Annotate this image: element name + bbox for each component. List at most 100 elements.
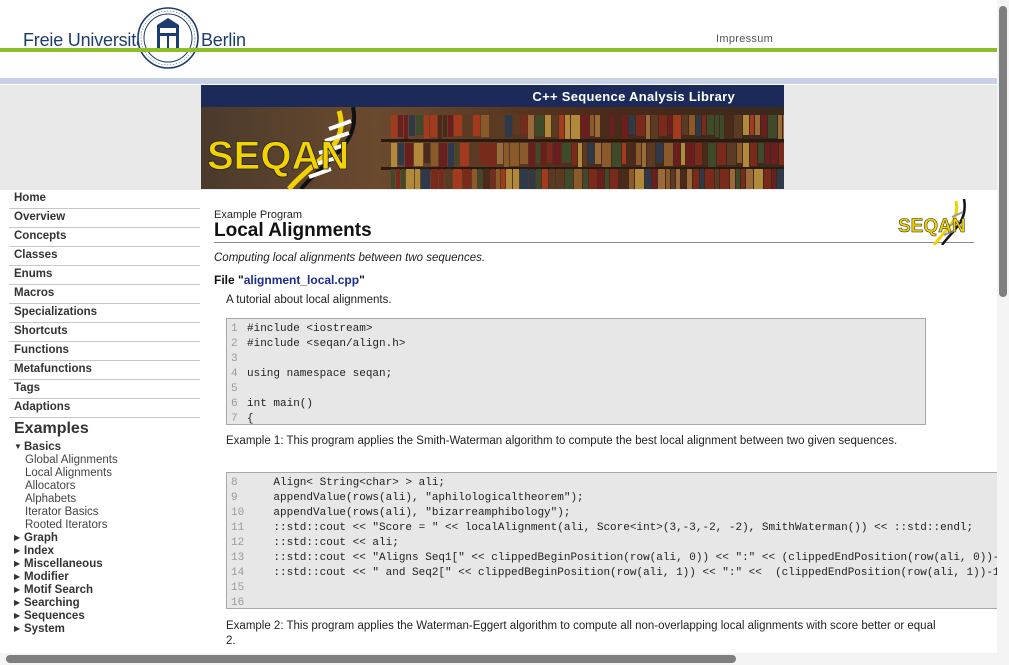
- code-text: ::std::cout << ali;: [247, 537, 399, 549]
- tree-index[interactable]: ▶ Index: [14, 545, 54, 557]
- example-1-description: Example 1: This program applies the Smit…: [226, 435, 898, 447]
- tree-rooted-iterators[interactable]: Rooted Iterators: [25, 519, 107, 531]
- tree-miscellaneous-label: Miscellaneous: [24, 558, 103, 570]
- line-number: 11: [231, 522, 245, 534]
- tree-local-alignments[interactable]: Local Alignments: [25, 467, 112, 479]
- line-number: 14: [231, 567, 245, 579]
- code-block-1: 1 #include <iostream> 2 #include <seqan/ali…: [226, 318, 926, 425]
- seqan-mini-logo-icon: SEQAN: [898, 199, 966, 245]
- triangle-right-icon: ▶: [14, 624, 21, 633]
- page-subtitle: Computing local alignments between two s…: [214, 252, 486, 264]
- tree-sequences[interactable]: ▶ Sequences: [14, 610, 85, 622]
- line-number: 13: [231, 552, 245, 564]
- tree-searching[interactable]: ▶ Searching: [14, 597, 80, 609]
- tree-basics-label: Basics: [24, 441, 62, 453]
- line-number: 9: [231, 492, 238, 504]
- triangle-right-icon: ▶: [14, 546, 21, 555]
- tree-modifier-label: Modifier: [24, 571, 69, 583]
- tree-system-label: System: [24, 623, 65, 635]
- nav-home[interactable]: Home: [9, 190, 200, 209]
- file-link[interactable]: alignment_local.cpp: [244, 273, 359, 287]
- code-text: appendValue(rows(ali), "bizarreamphibolo…: [247, 507, 571, 519]
- triangle-right-icon: ▶: [14, 585, 21, 594]
- line-number: 2: [231, 338, 238, 350]
- nav-specializations[interactable]: Specializations: [9, 304, 200, 323]
- triangle-right-icon: ▶: [14, 533, 21, 542]
- seqan-logo-text: SEQAN: [207, 134, 349, 178]
- tree-motif-search-label: Motif Search: [24, 584, 94, 596]
- triangle-right-icon: ▶: [14, 559, 21, 568]
- nav-adaptions[interactable]: Adaptions: [9, 399, 200, 418]
- banner-title: C++ Sequence Analysis Library: [532, 89, 735, 104]
- file-suffix: ": [359, 273, 365, 287]
- nav-overview[interactable]: Overview: [9, 209, 200, 228]
- line-number: 3: [231, 353, 238, 365]
- code-text: Align< String<char> > ali;: [247, 477, 446, 489]
- triangle-down-icon: ▼: [14, 442, 22, 451]
- line-number: 4: [231, 368, 238, 380]
- header-blue-line: [0, 78, 1009, 84]
- seqan-banner: C++ Sequence Analysis Library SEQAN: [201, 85, 784, 189]
- tree-allocators[interactable]: Allocators: [25, 480, 76, 492]
- header-green-line: [0, 48, 1009, 52]
- nav-metafunctions[interactable]: Metafunctions: [9, 361, 200, 380]
- line-number: 6: [231, 398, 238, 410]
- code-block-2: 8 Align< String<char> > ali; 9 appendValu…: [226, 472, 997, 609]
- nav-shortcuts[interactable]: Shortcuts: [9, 323, 200, 342]
- triangle-right-icon: ▶: [14, 611, 21, 620]
- sidebar: Home Overview Concepts Classes Enums Mac…: [0, 190, 201, 665]
- triangle-right-icon: ▶: [14, 598, 21, 607]
- tree-iterator-basics[interactable]: Iterator Basics: [25, 506, 99, 518]
- nav-enums[interactable]: Enums: [9, 266, 200, 285]
- university-seal-icon[interactable]: [137, 7, 199, 69]
- tree-alphabets[interactable]: Alphabets: [25, 493, 76, 505]
- tree-modifier[interactable]: ▶ Modifier: [14, 571, 69, 583]
- examples-heading: Examples: [14, 420, 89, 437]
- university-header: Freie Universität Berlin Impressum: [0, 0, 1009, 85]
- line-number: 8: [231, 477, 238, 489]
- tree-sequences-label: Sequences: [24, 610, 85, 622]
- tree-index-label: Index: [24, 545, 55, 557]
- tree-basics[interactable]: ▼ Basics: [14, 441, 61, 453]
- nav-tags[interactable]: Tags: [9, 380, 200, 399]
- code-text: ::std::cout << " and Seq2[" << clippedBe…: [247, 567, 997, 579]
- line-number: 16: [231, 597, 245, 609]
- file-line: File "alignment_local.cpp": [214, 273, 365, 287]
- line-number: 12: [231, 537, 245, 549]
- nav-macros[interactable]: Macros: [9, 285, 200, 304]
- tree-global-alignments[interactable]: Global Alignments: [25, 454, 118, 466]
- tree-graph[interactable]: ▶ Graph: [14, 532, 58, 544]
- code-text: using namespace seqan;: [247, 368, 393, 380]
- page-title: Local Alignments: [214, 220, 372, 241]
- line-number: 5: [231, 383, 238, 395]
- code-text: ::std::cout << "Aligns Seq1[" << clipped…: [247, 552, 997, 564]
- line-number: 1: [231, 323, 238, 335]
- nav-functions[interactable]: Functions: [9, 342, 200, 361]
- nav-concepts[interactable]: Concepts: [9, 228, 200, 247]
- code-text: {: [247, 413, 254, 425]
- tree-searching-label: Searching: [24, 597, 80, 609]
- code-text: ::std::cout << "Score = " << localAlignm…: [247, 522, 974, 534]
- line-number: 7: [231, 413, 238, 425]
- line-number: 15: [231, 582, 245, 594]
- tree-motif-search[interactable]: ▶ Motif Search: [14, 584, 93, 596]
- impressum-link[interactable]: Impressum: [716, 33, 773, 45]
- code-text: appendValue(rows(ali), "aphilologicalthe…: [247, 492, 584, 504]
- main-content: Example Program Local Alignments SEQAN C…: [201, 190, 997, 665]
- vertical-scrollbar-thumb[interactable]: [999, 6, 1007, 297]
- banner-title-bar: C++ Sequence Analysis Library: [201, 85, 784, 107]
- nav-classes[interactable]: Classes: [9, 247, 200, 266]
- tutorial-text: A tutorial about local alignments.: [226, 294, 392, 306]
- mini-logo-text: SEQAN: [898, 216, 966, 237]
- title-divider: [214, 242, 974, 243]
- code-text: int main(): [247, 398, 314, 410]
- file-prefix: File ": [214, 273, 244, 287]
- library-bookshelf-image: SEQAN: [201, 107, 784, 189]
- code-text: #include <iostream>: [247, 323, 373, 335]
- tree-system[interactable]: ▶ System: [14, 623, 65, 635]
- example-2-description: Example 2: This program applies the Wate…: [226, 620, 936, 647]
- tree-miscellaneous[interactable]: ▶ Miscellaneous: [14, 558, 103, 570]
- horizontal-scrollbar-thumb[interactable]: [6, 655, 736, 663]
- line-number: 10: [231, 507, 245, 519]
- tree-graph-label: Graph: [24, 532, 58, 544]
